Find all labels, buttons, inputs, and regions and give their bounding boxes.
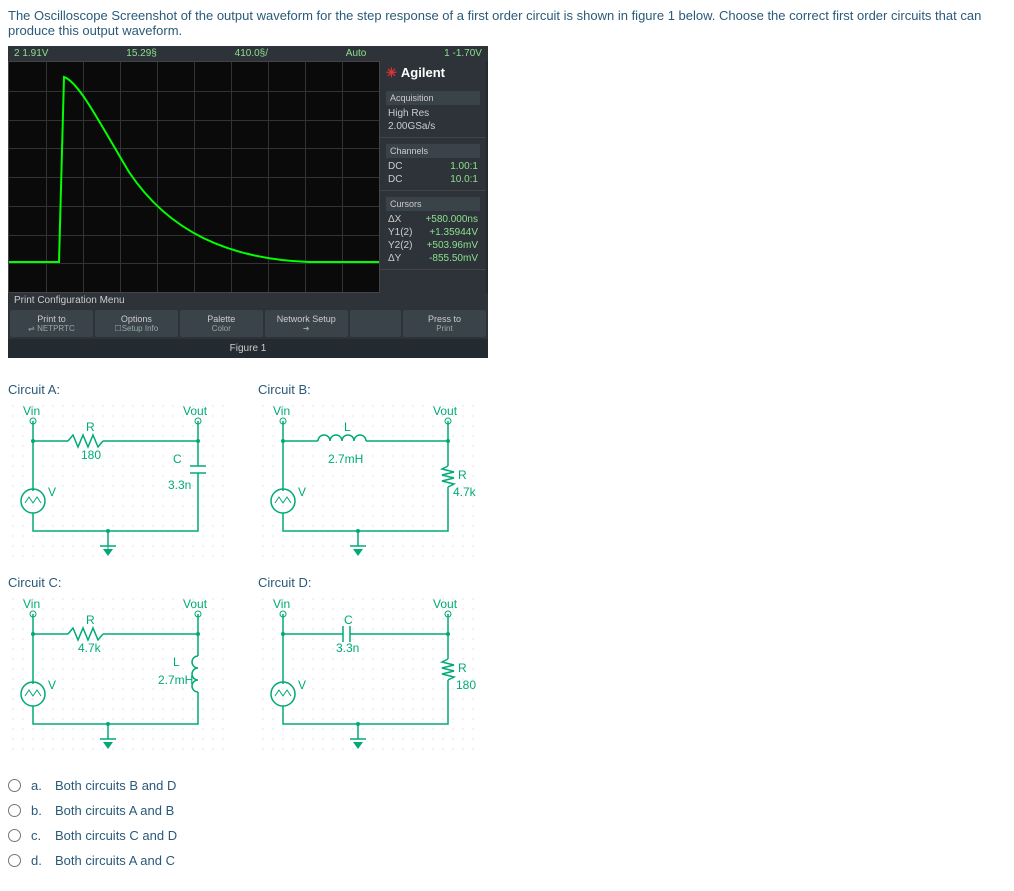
scope-btn-palette[interactable]: PaletteColor: [180, 310, 263, 337]
circuit-a-svg: Vin Vout R 180 C 3.3n V: [8, 401, 228, 561]
svg-text:Vin: Vin: [273, 404, 290, 418]
waveform: [9, 62, 379, 292]
option-b[interactable]: b. Both circuits A and B: [8, 803, 1006, 818]
option-b-text: Both circuits A and B: [55, 803, 174, 818]
acq-title: Acquisition: [386, 91, 480, 105]
scope-grid: [8, 61, 380, 293]
option-c-text: Both circuits C and D: [55, 828, 177, 843]
svg-text:Vin: Vin: [273, 597, 290, 611]
svg-text:R: R: [458, 661, 467, 675]
option-a-letter: a.: [31, 778, 45, 793]
scope-btn-network[interactable]: Network Setup➜: [265, 310, 348, 337]
option-d-text: Both circuits A and C: [55, 853, 175, 868]
scope-sidebar: Agilent Acquisition High Res 2.00GSa/s C…: [380, 61, 486, 293]
circuit-b-svg: Vin Vout L 2.7mH R 4.7k V: [258, 401, 478, 561]
scope-header: 2 1.91V 15.29§ 410.0§/ Auto 1 -1.70V: [8, 46, 488, 61]
answer-options: a. Both circuits B and D b. Both circuit…: [8, 778, 1006, 868]
svg-text:V: V: [298, 485, 306, 499]
option-b-letter: b.: [31, 803, 45, 818]
figure-caption: Figure 1: [8, 339, 488, 358]
cur-ax-r: +580.000ns: [425, 214, 478, 225]
ch1-l: DC: [388, 161, 402, 172]
acq-mode: High Res: [388, 108, 429, 119]
svg-text:C: C: [344, 613, 353, 627]
svg-text:Vin: Vin: [23, 404, 40, 418]
svg-text:180: 180: [456, 678, 476, 692]
svg-text:R: R: [86, 420, 95, 434]
svg-text:Vin: Vin: [23, 597, 40, 611]
option-c-radio[interactable]: [8, 829, 21, 842]
circuit-c-label: Circuit C:: [8, 575, 238, 590]
svg-text:R: R: [458, 468, 467, 482]
svg-text:V: V: [298, 678, 306, 692]
option-a[interactable]: a. Both circuits B and D: [8, 778, 1006, 793]
svg-text:Vout: Vout: [433, 597, 458, 611]
svg-text:4.7k: 4.7k: [78, 641, 102, 655]
ch2-l: DC: [388, 174, 402, 185]
ch1-r: 1.00:1: [450, 161, 478, 172]
ch-title: Channels: [386, 144, 480, 158]
cur-dy-l: ΔY: [388, 253, 401, 264]
svg-text:V: V: [48, 678, 56, 692]
svg-text:V: V: [48, 485, 56, 499]
svg-text:Vout: Vout: [183, 404, 208, 418]
scope-btn-print[interactable]: Press toPrint: [403, 310, 486, 337]
print-menu-title: Print Configuration Menu: [8, 293, 488, 308]
circuit-a: Circuit A: Vin Vout: [8, 378, 238, 561]
scope-top-left: 2 1.91V: [14, 48, 48, 59]
question-text: The Oscilloscope Screenshot of the outpu…: [8, 8, 1006, 38]
option-c-letter: c.: [31, 828, 45, 843]
circuit-d-svg: Vin Vout C 3.3n R 180 V: [258, 594, 478, 754]
scope-top-cb: 410.0§/: [235, 48, 268, 59]
svg-text:L: L: [173, 655, 180, 669]
option-a-text: Both circuits B and D: [55, 778, 176, 793]
oscilloscope: 2 1.91V 15.29§ 410.0§/ Auto 1 -1.70V Agi…: [8, 46, 488, 358]
option-d-letter: d.: [31, 853, 45, 868]
svg-text:3.3n: 3.3n: [168, 478, 191, 492]
cur-title: Cursors: [386, 197, 480, 211]
svg-text:2.7mH: 2.7mH: [328, 452, 363, 466]
option-d-radio[interactable]: [8, 854, 21, 867]
circuit-c: Circuit C: Vin Vout R 4.7k: [8, 571, 238, 754]
scope-buttons: Print to⇌ NETPRTC Options☐Setup Info Pal…: [8, 308, 488, 339]
svg-text:L: L: [344, 420, 351, 434]
cur-y2-l: Y2(2): [388, 240, 412, 251]
option-d[interactable]: d. Both circuits A and C: [8, 853, 1006, 868]
circuit-b: Circuit B: Vin Vout L 2.7mH: [258, 378, 488, 561]
scope-btn-print-to[interactable]: Print to⇌ NETPRTC: [10, 310, 93, 337]
cur-dy-r: -855.50mV: [429, 253, 478, 264]
brand-label: Agilent: [380, 61, 486, 85]
cur-y1-r: +1.35944V: [429, 227, 478, 238]
svg-text:Vout: Vout: [433, 404, 458, 418]
circuit-a-label: Circuit A:: [8, 382, 238, 397]
circuit-c-svg: Vin Vout R 4.7k L 2.7mH V: [8, 594, 228, 754]
scope-top-ca: 15.29§: [126, 48, 157, 59]
svg-text:180: 180: [81, 448, 101, 462]
svg-text:3.3n: 3.3n: [336, 641, 359, 655]
svg-text:2.7mH: 2.7mH: [158, 673, 193, 687]
svg-text:4.7k: 4.7k: [453, 485, 477, 499]
acq-rate: 2.00GSa/s: [388, 121, 435, 132]
scope-top-mode: Auto: [346, 48, 367, 59]
cur-y1-l: Y1(2): [388, 227, 412, 238]
option-a-radio[interactable]: [8, 779, 21, 792]
option-b-radio[interactable]: [8, 804, 21, 817]
cur-y2-r: +503.96mV: [427, 240, 478, 251]
circuit-b-label: Circuit B:: [258, 382, 488, 397]
cur-ax-l: ΔX: [388, 214, 401, 225]
scope-btn-spacer: [350, 310, 401, 337]
circuit-d-label: Circuit D:: [258, 575, 488, 590]
svg-text:Vout: Vout: [183, 597, 208, 611]
svg-text:C: C: [173, 452, 182, 466]
ch2-r: 10.0:1: [450, 174, 478, 185]
svg-text:R: R: [86, 613, 95, 627]
circuit-d: Circuit D: Vin Vout C: [258, 571, 488, 754]
option-c[interactable]: c. Both circuits C and D: [8, 828, 1006, 843]
scope-btn-options[interactable]: Options☐Setup Info: [95, 310, 178, 337]
scope-top-right: 1 -1.70V: [444, 48, 482, 59]
